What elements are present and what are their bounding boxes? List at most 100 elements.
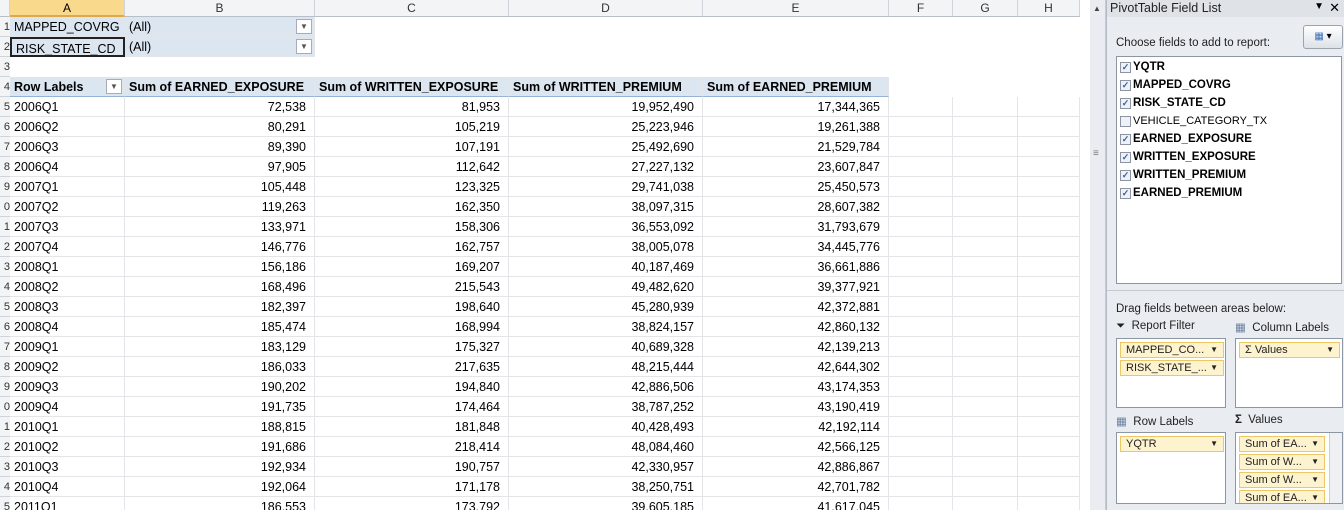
value-cell[interactable]: 17,344,365 [703,97,889,117]
value-cell[interactable]: 162,350 [315,197,509,217]
value-cell[interactable]: 217,635 [315,357,509,377]
area-field-pill[interactable]: Sum of W... ▼ [1239,454,1325,470]
empty-cell[interactable] [953,217,1018,237]
value-cell[interactable]: 105,219 [315,117,509,137]
value-cell[interactable]: 42,372,881 [703,297,889,317]
panel-menu-icon[interactable]: ▼ [1314,1,1324,12]
row-label[interactable]: 2007Q4 [10,237,125,257]
empty-cell[interactable] [1018,437,1080,457]
row-header[interactable]: 5 [0,97,10,117]
empty-cell[interactable] [889,97,953,117]
field-item[interactable]: ✓ RISK_STATE_CD [1117,94,1341,112]
value-cell[interactable]: 39,377,921 [703,277,889,297]
empty-cell[interactable] [1018,197,1080,217]
row-label[interactable]: 2006Q3 [10,137,125,157]
row-header[interactable]: 2 [0,37,10,57]
empty-cell[interactable] [889,477,953,497]
row-header[interactable]: 4 [0,77,10,97]
value-cell[interactable]: 97,905 [125,157,315,177]
column-header-H[interactable]: H [1018,0,1080,17]
area-field-pill[interactable]: Sum of W... ▼ [1239,472,1325,488]
value-cell[interactable]: 23,607,847 [703,157,889,177]
dropdown-arrow-icon[interactable]: ▼ [1326,343,1334,357]
row-header[interactable]: 6 [0,117,10,137]
empty-cell[interactable] [953,117,1018,137]
value-cell[interactable]: 38,787,252 [509,397,703,417]
value-cell[interactable]: 28,607,382 [703,197,889,217]
row-label[interactable]: 2008Q2 [10,277,125,297]
empty-cell[interactable] [889,317,953,337]
value-cell[interactable]: 81,953 [315,97,509,117]
row-header[interactable]: 5 [0,497,10,510]
value-cell[interactable]: 45,280,939 [509,297,703,317]
value-cell[interactable]: 31,793,679 [703,217,889,237]
checkbox-checked-icon[interactable]: ✓ [1120,151,1131,163]
empty-cell[interactable] [953,497,1018,510]
empty-cell[interactable] [889,417,953,437]
row-label[interactable]: 2009Q3 [10,377,125,397]
empty-cell[interactable] [889,337,953,357]
row-header[interactable]: 4 [0,477,10,497]
empty-cell[interactable] [953,457,1018,477]
value-cell[interactable]: 198,640 [315,297,509,317]
value-cell[interactable]: 119,263 [125,197,315,217]
empty-cell[interactable] [889,197,953,217]
column-header-E[interactable]: E [703,0,889,17]
column-header-B[interactable]: B [125,0,315,17]
empty-cell[interactable] [953,437,1018,457]
value-cell[interactable]: 41,617,045 [703,497,889,510]
value-cell[interactable]: 182,397 [125,297,315,317]
row-label[interactable]: 2008Q1 [10,257,125,277]
value-cell[interactable]: 34,445,776 [703,237,889,257]
value-cell[interactable]: 49,482,620 [509,277,703,297]
value-cell[interactable]: 29,741,038 [509,177,703,197]
value-cell[interactable]: 168,994 [315,317,509,337]
value-cell[interactable]: 43,190,419 [703,397,889,417]
field-item[interactable]: ✓ WRITTEN_EXPOSURE [1117,148,1341,166]
empty-cell[interactable] [1018,257,1080,277]
value-cell[interactable]: 215,543 [315,277,509,297]
empty-cell[interactable] [1018,237,1080,257]
empty-cell[interactable] [953,177,1018,197]
row-header[interactable]: 1 [0,17,10,37]
column-header-C[interactable]: C [315,0,509,17]
row-label[interactable]: 2009Q4 [10,397,125,417]
row-label[interactable]: 2007Q3 [10,217,125,237]
row-label[interactable]: 2010Q2 [10,437,125,457]
empty-cell[interactable] [889,497,953,510]
empty-cell[interactable] [889,137,953,157]
value-cell[interactable]: 25,223,946 [509,117,703,137]
value-cell[interactable]: 48,215,444 [509,357,703,377]
filter-dropdown-button[interactable]: ▼ [296,39,312,54]
row-label[interactable]: 2006Q2 [10,117,125,137]
empty-cell[interactable] [889,397,953,417]
row-label[interactable]: 2010Q1 [10,417,125,437]
value-cell[interactable]: 40,428,493 [509,417,703,437]
empty-cell[interactable] [1018,217,1080,237]
value-cell[interactable]: 190,757 [315,457,509,477]
empty-cell[interactable] [889,257,953,277]
empty-cell[interactable] [889,357,953,377]
empty-cell[interactable] [889,277,953,297]
checkbox-unchecked-icon[interactable] [1120,115,1131,127]
empty-cell[interactable] [953,137,1018,157]
empty-cell[interactable] [1018,337,1080,357]
row-label[interactable]: 2010Q4 [10,477,125,497]
value-cell[interactable]: 158,306 [315,217,509,237]
value-cell[interactable]: 89,390 [125,137,315,157]
value-cell[interactable]: 181,848 [315,417,509,437]
value-cell[interactable]: 25,450,573 [703,177,889,197]
column-header-G[interactable]: G [953,0,1018,17]
row-label[interactable]: 2009Q2 [10,357,125,377]
value-cell[interactable]: 191,735 [125,397,315,417]
value-cell[interactable]: 42,192,114 [703,417,889,437]
value-cell[interactable]: 190,202 [125,377,315,397]
pane-splitter[interactable]: ▲ ≡ [1090,0,1106,510]
empty-cell[interactable] [889,217,953,237]
empty-cell[interactable] [889,377,953,397]
report-filter-area[interactable]: MAPPED_CO... ▼ RISK_STATE_... ▼ [1116,338,1226,408]
empty-cell[interactable] [889,117,953,137]
empty-cell[interactable] [889,457,953,477]
row-labels-filter-button[interactable]: ▼ [106,79,122,94]
field-item[interactable]: ✓ MAPPED_COVRG [1117,76,1341,94]
